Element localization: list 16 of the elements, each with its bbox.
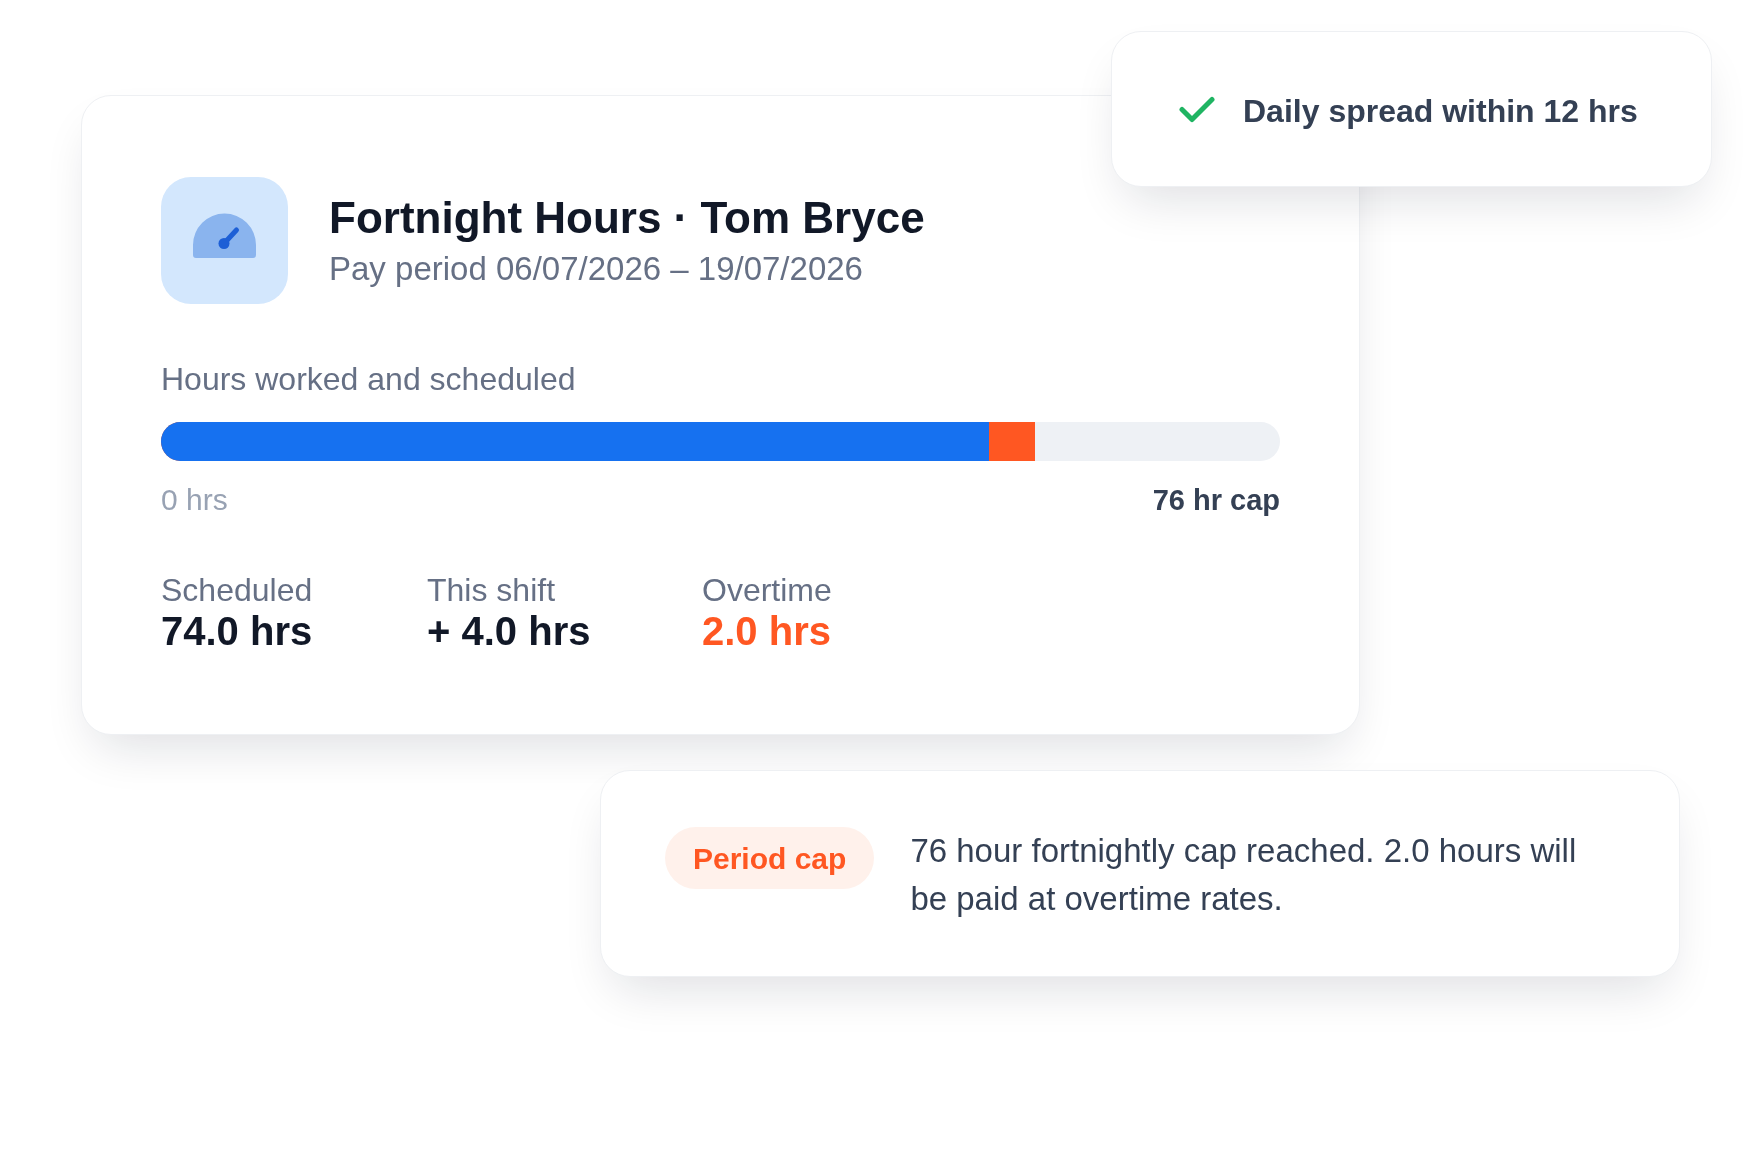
- period-tag: Period cap: [665, 827, 875, 889]
- scale-max: 76 hr cap: [1152, 483, 1280, 517]
- gauge-icon: [161, 177, 288, 304]
- card-title: Fortnight Hours · Tom Bryce: [329, 192, 925, 244]
- stat-label: Scheduled: [161, 572, 313, 609]
- check-icon: [1179, 95, 1215, 123]
- scale-min: 0 hrs: [161, 483, 228, 517]
- stat-label: Overtime: [702, 572, 832, 609]
- stat-value: 74.0 hrs: [161, 609, 313, 653]
- stat-label: This shift: [427, 572, 556, 609]
- pay-period: Pay period 06/07/2026 – 19/07/2026: [329, 249, 863, 289]
- progress-label: Hours worked and scheduled: [161, 360, 576, 398]
- stat-value: 2.0 hrs: [702, 609, 831, 653]
- alert-message: 76 hour fortnightly cap reached. 2.0 hours will be paid at overtime rates.: [910, 831, 1578, 919]
- stat-value: + 4.0 hrs: [427, 609, 591, 653]
- toast-message: Daily spread within 12 hrs: [1243, 91, 1638, 131]
